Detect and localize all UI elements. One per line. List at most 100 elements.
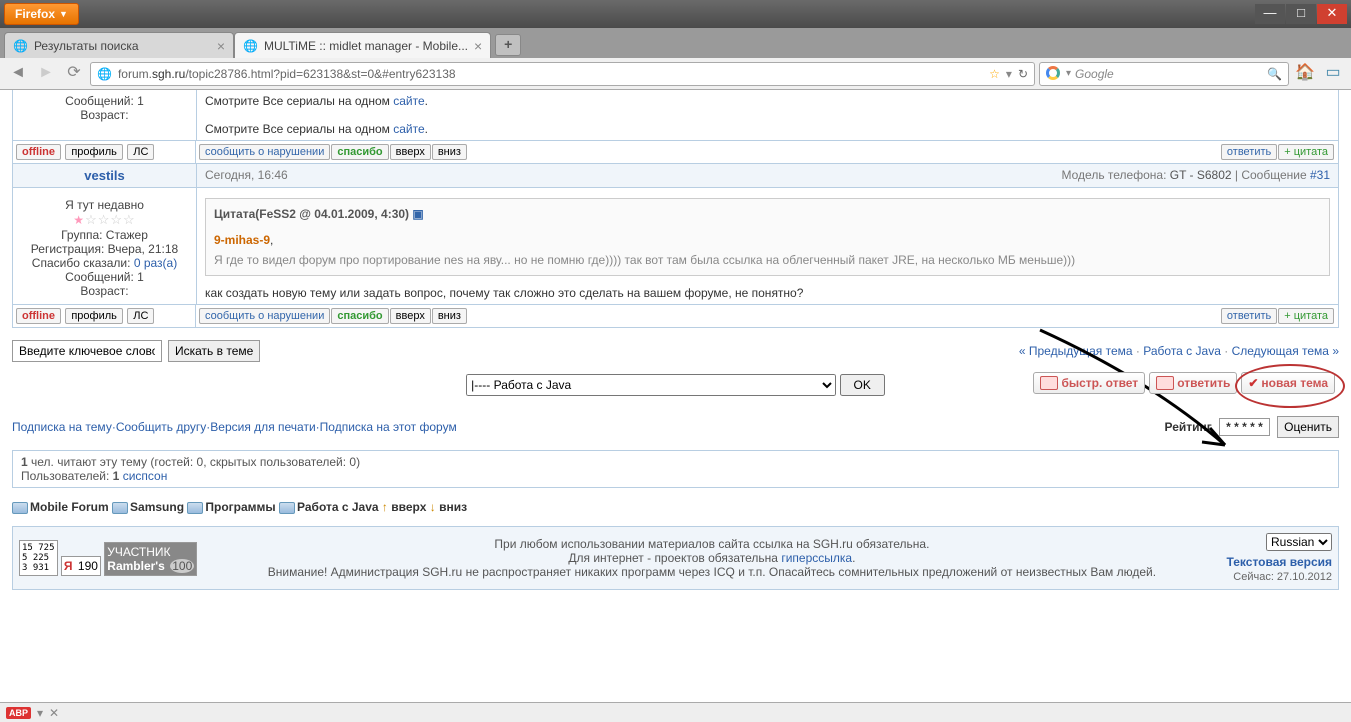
keyword-input[interactable]	[12, 340, 162, 362]
tab-multime[interactable]: 🌐 MULTiME :: midlet manager - Mobile... …	[234, 32, 491, 58]
bookmark-star-icon[interactable]: ☆	[989, 67, 1000, 81]
link-site[interactable]: сайте	[393, 94, 424, 108]
rating-block: Рейтинг * * * * * Оценить	[1165, 416, 1339, 438]
status-offline: offline	[16, 308, 61, 324]
readers-info: 1 чел. читают эту тему (гостей: 0, скрыт…	[12, 450, 1339, 488]
post-author-panel: Я тут недавно ★☆☆☆☆ Группа: Стажер Регис…	[13, 188, 197, 304]
print-version-link[interactable]: Версия для печати	[210, 420, 315, 434]
scroll-up-button[interactable]: вверх	[390, 144, 431, 160]
globe-icon: 🌐	[243, 39, 258, 53]
close-tab-icon[interactable]: ×	[474, 38, 482, 54]
counter-liveinternet[interactable]: 15 725 5 225 3 931	[19, 540, 58, 576]
close-window-button[interactable]: ✕	[1317, 4, 1347, 24]
quote-button[interactable]: + цитата	[1278, 308, 1334, 324]
language-select[interactable]: Russian	[1266, 533, 1332, 551]
forum-jump-ok-button[interactable]: OK	[840, 374, 885, 396]
forum-jump-select[interactable]: |---- Работа с Java	[466, 374, 836, 396]
folder-icon	[279, 502, 295, 514]
report-button[interactable]: сообщить о нарушении	[199, 308, 330, 324]
thanks-button[interactable]: спасибо	[331, 308, 388, 324]
counter-rambler[interactable]: УЧАСТНИКRambler's 100	[104, 542, 197, 576]
next-topic-link[interactable]: Следующая тема »	[1232, 344, 1339, 358]
reply-icon	[1156, 376, 1174, 390]
search-box[interactable]: ▾ Google 🔍	[1039, 62, 1289, 86]
home-button[interactable]: 🏠	[1293, 62, 1317, 86]
crumb-mobile-forum[interactable]: Mobile Forum	[30, 500, 109, 514]
breadcrumb: Mobile Forum Samsung Программы Работа с …	[12, 500, 1339, 514]
author-buttons: offline профиль ЛС	[12, 141, 196, 164]
text-version-link[interactable]: Текстовая версия	[1227, 555, 1332, 569]
navigation-toolbar: ◄ ► ⟳ 🌐 forum.sgh.ru/topic28786.html?pid…	[0, 58, 1351, 90]
profile-button[interactable]: профиль	[65, 144, 123, 160]
hyperlink-link[interactable]: гиперссылка	[781, 551, 852, 565]
maximize-button[interactable]: □	[1286, 4, 1316, 24]
bookmarks-button[interactable]: ▭	[1321, 62, 1345, 86]
search-topic-button[interactable]: Искать в теме	[168, 340, 260, 362]
crumb-programs[interactable]: Программы	[205, 500, 275, 514]
scroll-up-button[interactable]: вверх	[390, 308, 431, 324]
report-button[interactable]: сообщить о нарушении	[199, 144, 330, 160]
post-author-panel: Сообщений: 1 Возраст:	[13, 90, 197, 140]
section-link[interactable]: Работа с Java	[1143, 344, 1221, 358]
subscribe-forum-link[interactable]: Подписка на этот форум	[320, 420, 457, 434]
author-name-link[interactable]: vestils	[84, 168, 124, 183]
subscribe-topic-link[interactable]: Подписка на тему	[12, 420, 112, 434]
reply-button[interactable]: ответить	[1221, 144, 1277, 160]
checkmark-icon: ✔	[1248, 376, 1258, 390]
thanks-count-link[interactable]: 0 раз(а)	[134, 256, 177, 270]
google-icon	[1046, 66, 1062, 82]
message-number-link[interactable]: #31	[1310, 168, 1330, 182]
quick-reply-button[interactable]: быстр. ответ	[1033, 372, 1145, 394]
reload-button[interactable]: ⟳	[62, 62, 86, 86]
page-content: Сообщений: 1 Возраст: Смотрите Все сериа…	[0, 90, 1351, 702]
crumb-samsung[interactable]: Samsung	[130, 500, 184, 514]
status-offline: offline	[16, 144, 61, 160]
post-buttons: сообщить о нарушении спасибо вверх вниз …	[196, 141, 1339, 164]
rating-stars[interactable]: * * * * *	[1219, 418, 1270, 436]
post-body: Смотрите Все сериалы на одном сайте. Смо…	[197, 90, 1338, 140]
reply-icon	[1040, 376, 1058, 390]
refresh-icon[interactable]: ↻	[1018, 67, 1028, 81]
scroll-down-button[interactable]: вниз	[432, 144, 467, 160]
close-tab-icon[interactable]: ×	[217, 38, 225, 54]
profile-button[interactable]: профиль	[65, 308, 123, 324]
adblock-icon[interactable]: ABP	[6, 707, 31, 719]
post-header: Сегодня, 16:46 Модель телефона: GT - S68…	[197, 164, 1338, 187]
folder-icon	[112, 502, 128, 514]
counter-yandex[interactable]: Я 190	[61, 556, 101, 576]
reply-button[interactable]: ответить	[1221, 308, 1277, 324]
link-site[interactable]: сайте	[393, 122, 424, 136]
pm-button[interactable]: ЛС	[127, 144, 154, 160]
new-topic-button[interactable]: ✔новая тема	[1241, 372, 1335, 394]
tab-bar: 🌐 Результаты поиска × 🌐 MULTiME :: midle…	[0, 28, 1351, 58]
crumb-java[interactable]: Работа с Java	[297, 500, 379, 514]
minimize-button[interactable]: —	[1255, 4, 1285, 24]
search-icon[interactable]: 🔍	[1267, 67, 1282, 81]
address-bar[interactable]: 🌐 forum.sgh.ru/topic28786.html?pid=62313…	[90, 62, 1035, 86]
quote-button[interactable]: + цитата	[1278, 144, 1334, 160]
firefox-menu-button[interactable]: Firefox▼	[4, 3, 79, 25]
tab-search-results[interactable]: 🌐 Результаты поиска ×	[4, 32, 234, 58]
footer: 15 725 5 225 3 931 Я 190 УЧАСТНИКRambler…	[12, 526, 1339, 590]
status-bar: ABP ▾ ✕	[0, 702, 1351, 722]
tell-friend-link[interactable]: Сообщить другу	[116, 420, 206, 434]
quote-link-icon[interactable]: ▣	[412, 207, 423, 221]
folder-icon	[12, 502, 28, 514]
pm-button[interactable]: ЛС	[127, 308, 154, 324]
globe-icon: 🌐	[13, 39, 28, 53]
globe-icon: 🌐	[97, 67, 112, 81]
go-up-link[interactable]: вверх	[391, 500, 426, 514]
topic-navigation: « Предыдущая тема · Работа с Java · След…	[1019, 344, 1339, 358]
close-icon[interactable]: ✕	[49, 706, 59, 720]
new-tab-button[interactable]: +	[495, 34, 521, 56]
thanks-button[interactable]: спасибо	[331, 144, 388, 160]
rate-button[interactable]: Оценить	[1277, 416, 1339, 438]
back-button[interactable]: ◄	[6, 62, 30, 86]
post-body: Цитата(FeSS2 @ 04.01.2009, 4:30) ▣ 9-mih…	[197, 188, 1338, 304]
go-down-link[interactable]: вниз	[439, 500, 467, 514]
reply-button-large[interactable]: ответить	[1149, 372, 1237, 394]
user-link[interactable]: сиспсон	[123, 469, 168, 483]
scroll-down-button[interactable]: вниз	[432, 308, 467, 324]
prev-topic-link[interactable]: « Предыдущая тема	[1019, 344, 1133, 358]
forward-button[interactable]: ►	[34, 62, 58, 86]
